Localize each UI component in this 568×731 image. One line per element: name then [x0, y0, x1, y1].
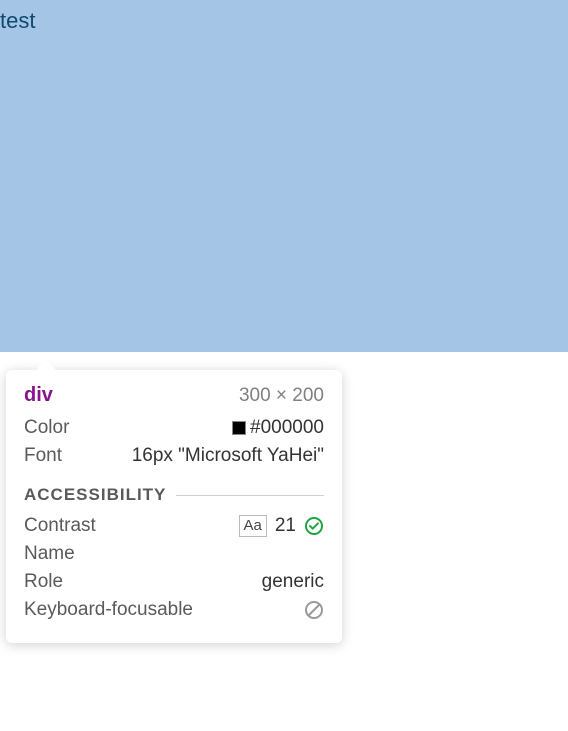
- contrast-aa-badge: Aa: [239, 515, 267, 537]
- font-value: 16px "Microsoft YaHei": [132, 445, 324, 467]
- not-allowed-icon: [304, 600, 324, 620]
- inspected-element-preview: test: [0, 0, 568, 352]
- accessibility-title: ACCESSIBILITY: [24, 485, 166, 505]
- element-dimensions: 300 × 200: [239, 385, 324, 407]
- accessibility-section-header: ACCESSIBILITY: [24, 485, 324, 505]
- color-value-container: #000000: [232, 417, 324, 439]
- color-swatch-icon: [232, 421, 246, 435]
- keyboard-focusable-row: Keyboard-focusable: [24, 599, 324, 621]
- font-property-row: Font 16px "Microsoft YaHei": [24, 445, 324, 467]
- role-value: generic: [262, 571, 324, 593]
- role-row: Role generic: [24, 571, 324, 593]
- element-tag-name: div: [24, 384, 53, 407]
- contrast-ratio-value: 21: [275, 515, 296, 537]
- accessible-name-label: Name: [24, 543, 75, 565]
- section-divider: [176, 495, 324, 496]
- role-label: Role: [24, 571, 63, 593]
- contrast-value-container: Aa 21: [239, 515, 325, 537]
- color-property-row: Color #000000: [24, 417, 324, 439]
- accessible-name-row: Name: [24, 543, 324, 565]
- contrast-label: Contrast: [24, 515, 96, 537]
- keyboard-focusable-label: Keyboard-focusable: [24, 599, 193, 621]
- color-label: Color: [24, 417, 69, 439]
- checkmark-circle-icon: [304, 516, 324, 536]
- color-hex-value: #000000: [250, 417, 324, 439]
- tooltip-header: div 300 × 200: [24, 384, 324, 407]
- element-inspector-tooltip: div 300 × 200 Color #000000 Font 16px "M…: [6, 370, 342, 643]
- font-label: Font: [24, 445, 62, 467]
- element-text-content: test: [0, 8, 35, 33]
- contrast-row: Contrast Aa 21: [24, 515, 324, 537]
